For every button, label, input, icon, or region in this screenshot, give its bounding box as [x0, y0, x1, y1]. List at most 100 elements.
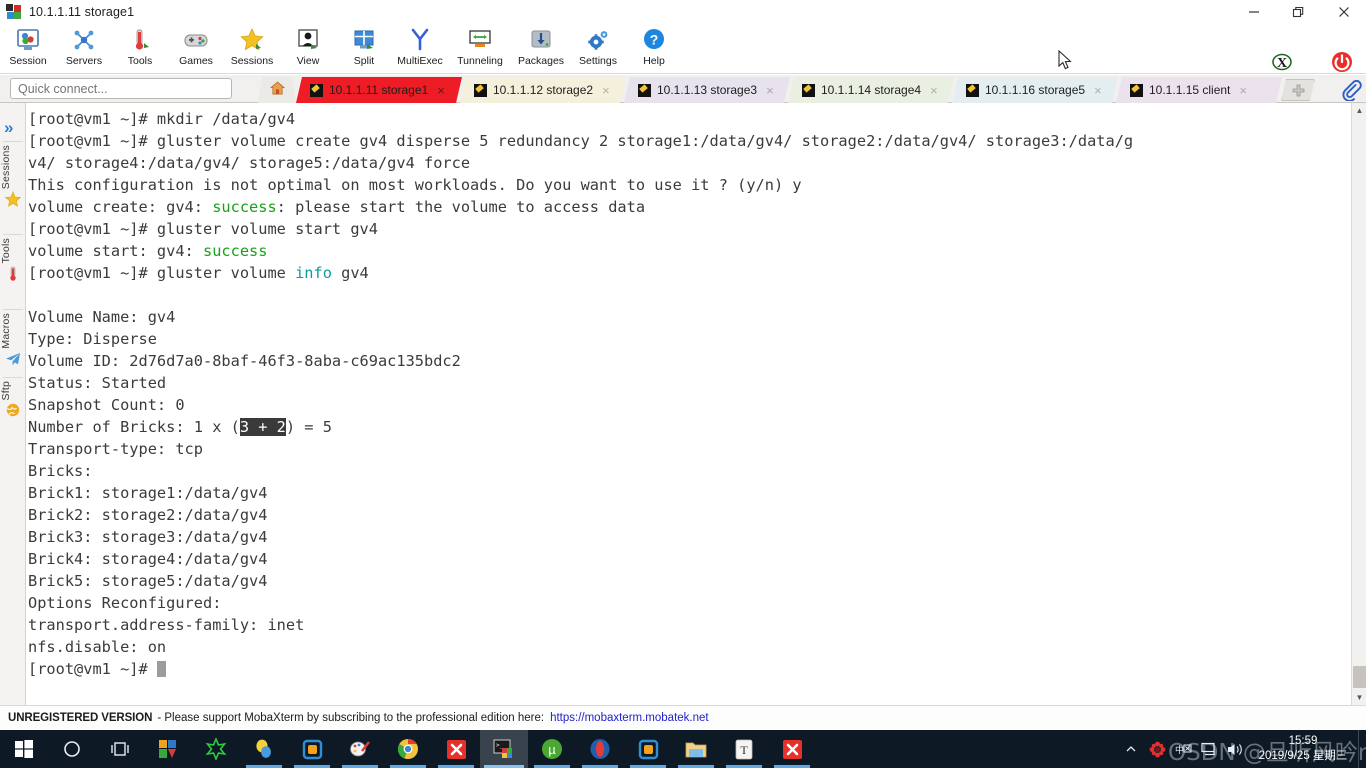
terminal-text: volume start: gv4: [28, 242, 203, 260]
tab-client[interactable]: 10.1.1.15 client × [1116, 77, 1282, 103]
sidebar-item-sessions[interactable]: Sessions [0, 145, 26, 209]
tab-storage2[interactable]: 10.1.1.12 storage2 × [460, 77, 626, 103]
toolbar-button-tunneling[interactable]: Tunneling [448, 25, 512, 73]
toolbar-label: Games [179, 55, 213, 67]
terminal-scrollbar[interactable]: ▲ ▼ [1351, 103, 1366, 705]
tab-close-icon[interactable]: × [930, 84, 938, 97]
packages-icon [528, 27, 554, 53]
mobaxterm-link[interactable]: https://mobaxterm.mobatek.net [550, 712, 709, 724]
system-tray: 中 15:59 2019/9/25 星期三 [1118, 730, 1366, 768]
chevron-up-icon[interactable] [1118, 730, 1144, 768]
svg-text:>_: >_ [496, 742, 504, 749]
taskbar-icon-opera[interactable] [576, 730, 624, 768]
toolbar-label: Servers [65, 55, 103, 67]
sidebar-item-label: Macros [0, 313, 12, 349]
svg-text:中: 中 [1175, 744, 1184, 756]
toolbar-button-packages[interactable]: Packages [512, 25, 570, 73]
vmware-icon [638, 739, 658, 759]
toolbar-button-servers[interactable]: Servers [56, 25, 112, 73]
balloon-icon [256, 739, 271, 758]
terminal-text: success [202, 242, 268, 260]
multiexec-icon [407, 27, 433, 53]
network-icon[interactable] [1196, 730, 1222, 768]
taskbar-icon-vmware[interactable] [624, 730, 672, 768]
sidebar-item-sftp[interactable]: Sftp [0, 381, 26, 420]
paper-plane-icon [0, 349, 26, 369]
taskbar-clock[interactable]: 15:59 2019/9/25 星期三 [1248, 730, 1358, 768]
red-flower-icon[interactable] [1144, 730, 1170, 768]
sidebar-item-macros[interactable]: Macros [0, 313, 26, 369]
toolbar-button-tools[interactable]: Tools [112, 25, 168, 73]
close-button[interactable] [1321, 0, 1366, 24]
taskbar-icon-office[interactable] [144, 730, 192, 768]
tab-close-icon[interactable]: × [1239, 84, 1247, 97]
sidebar-item-tools[interactable]: Tools [0, 238, 26, 284]
volume-icon[interactable] [1222, 730, 1248, 768]
scrollbar-thumb[interactable] [1353, 666, 1366, 688]
toolbar-button-games[interactable]: Games [168, 25, 224, 73]
taskbar-icon-vmware-player[interactable] [288, 730, 336, 768]
home-tab[interactable] [258, 77, 296, 103]
taskbar-icon-chrome[interactable] [384, 730, 432, 768]
tab-close-icon[interactable]: × [766, 84, 774, 97]
terminal-line: nfs.disable: on [28, 636, 1351, 658]
paperclip-icon[interactable] [1340, 79, 1362, 102]
terminal-line: Brick4: storage4:/data/gv4 [28, 548, 1351, 570]
taskbar-icon-xmind-red[interactable] [768, 730, 816, 768]
toolbar-label: Tools [127, 55, 153, 67]
tab-close-icon[interactable]: × [1094, 84, 1102, 97]
taskbar-icon-paint[interactable] [336, 730, 384, 768]
mouse-cursor [1058, 49, 1073, 76]
taskbar-icon-utorrent[interactable]: µ [528, 730, 576, 768]
split-icon [351, 27, 377, 53]
terminal-icon [966, 84, 979, 97]
toolbar-button-view[interactable]: View [280, 25, 336, 73]
scroll-down-icon[interactable]: ▼ [1352, 690, 1366, 705]
toolbar-button-session[interactable]: Session [0, 25, 56, 73]
tab-storage5[interactable]: 10.1.1.16 storage5 × [952, 77, 1118, 103]
taskbar-icon-xmind[interactable] [432, 730, 480, 768]
taskbar-icon-green-star[interactable] [192, 730, 240, 768]
taskbar-icon-balloon[interactable] [240, 730, 288, 768]
terminal-text: volume create: gv4: [28, 198, 213, 216]
taskbar-icon-file-explorer[interactable] [672, 730, 720, 768]
tab-storage3[interactable]: 10.1.1.13 storage3 × [624, 77, 790, 103]
toolbar-button-sessions[interactable]: Sessions [224, 25, 280, 73]
toolbar-button-split[interactable]: Split [336, 25, 392, 73]
office-icon [159, 740, 176, 758]
chevron-double-right-icon[interactable]: » [4, 119, 13, 136]
tab-storage1[interactable]: 10.1.1.11 storage1 × [296, 77, 462, 103]
tab-label: 10.1.1.14 storage4 [821, 83, 922, 97]
toolbar-button-help[interactable]: ? Help [626, 25, 682, 73]
scroll-up-icon[interactable]: ▲ [1352, 103, 1366, 118]
terminal-line: Brick5: storage5:/data/gv4 [28, 570, 1351, 592]
terminal-text: Brick4: storage4:/data/gv4 [28, 550, 268, 568]
terminal-output[interactable]: [root@vm1 ~]# mkdir /data/gv4 [root@vm1 ~… [26, 103, 1351, 705]
tab-label: 10.1.1.13 storage3 [657, 83, 758, 97]
tab-storage4[interactable]: 10.1.1.14 storage4 × [788, 77, 954, 103]
tab-close-icon[interactable]: × [437, 84, 445, 97]
terminal-icon [638, 84, 651, 97]
maximize-restore-button[interactable] [1276, 0, 1321, 24]
minimize-button[interactable] [1231, 0, 1276, 24]
cortana-search-button[interactable] [48, 730, 96, 768]
left-sidebar: » Sessions Tools Macros Sftp [0, 103, 26, 705]
keyboard-ime-icon[interactable]: 中 [1170, 730, 1196, 768]
terminal-line: Brick2: storage2:/data/gv4 [28, 504, 1351, 526]
terminal-text: Brick3: storage3:/data/gv4 [28, 528, 268, 546]
terminal-text: Brick1: storage1:/data/gv4 [28, 484, 268, 502]
quick-connect-input[interactable] [10, 78, 232, 99]
taskbar-icon-mobaxterm[interactable]: >_ [480, 730, 528, 768]
new-tab-button[interactable] [1281, 79, 1315, 101]
toolbar-button-settings[interactable]: Settings [570, 25, 626, 73]
task-view-button[interactable] [96, 730, 144, 768]
show-desktop-button[interactable] [1358, 730, 1366, 768]
toolbar-button-multiexec[interactable]: MultiExec [392, 25, 448, 73]
xmind-red-icon [782, 739, 802, 759]
taskbar-icon-typora[interactable]: T [720, 730, 768, 768]
terminal-line: Snapshot Count: 0 [28, 394, 1351, 416]
tab-close-icon[interactable]: × [602, 84, 610, 97]
vmware-player-icon [302, 739, 322, 759]
start-button[interactable] [0, 730, 48, 768]
